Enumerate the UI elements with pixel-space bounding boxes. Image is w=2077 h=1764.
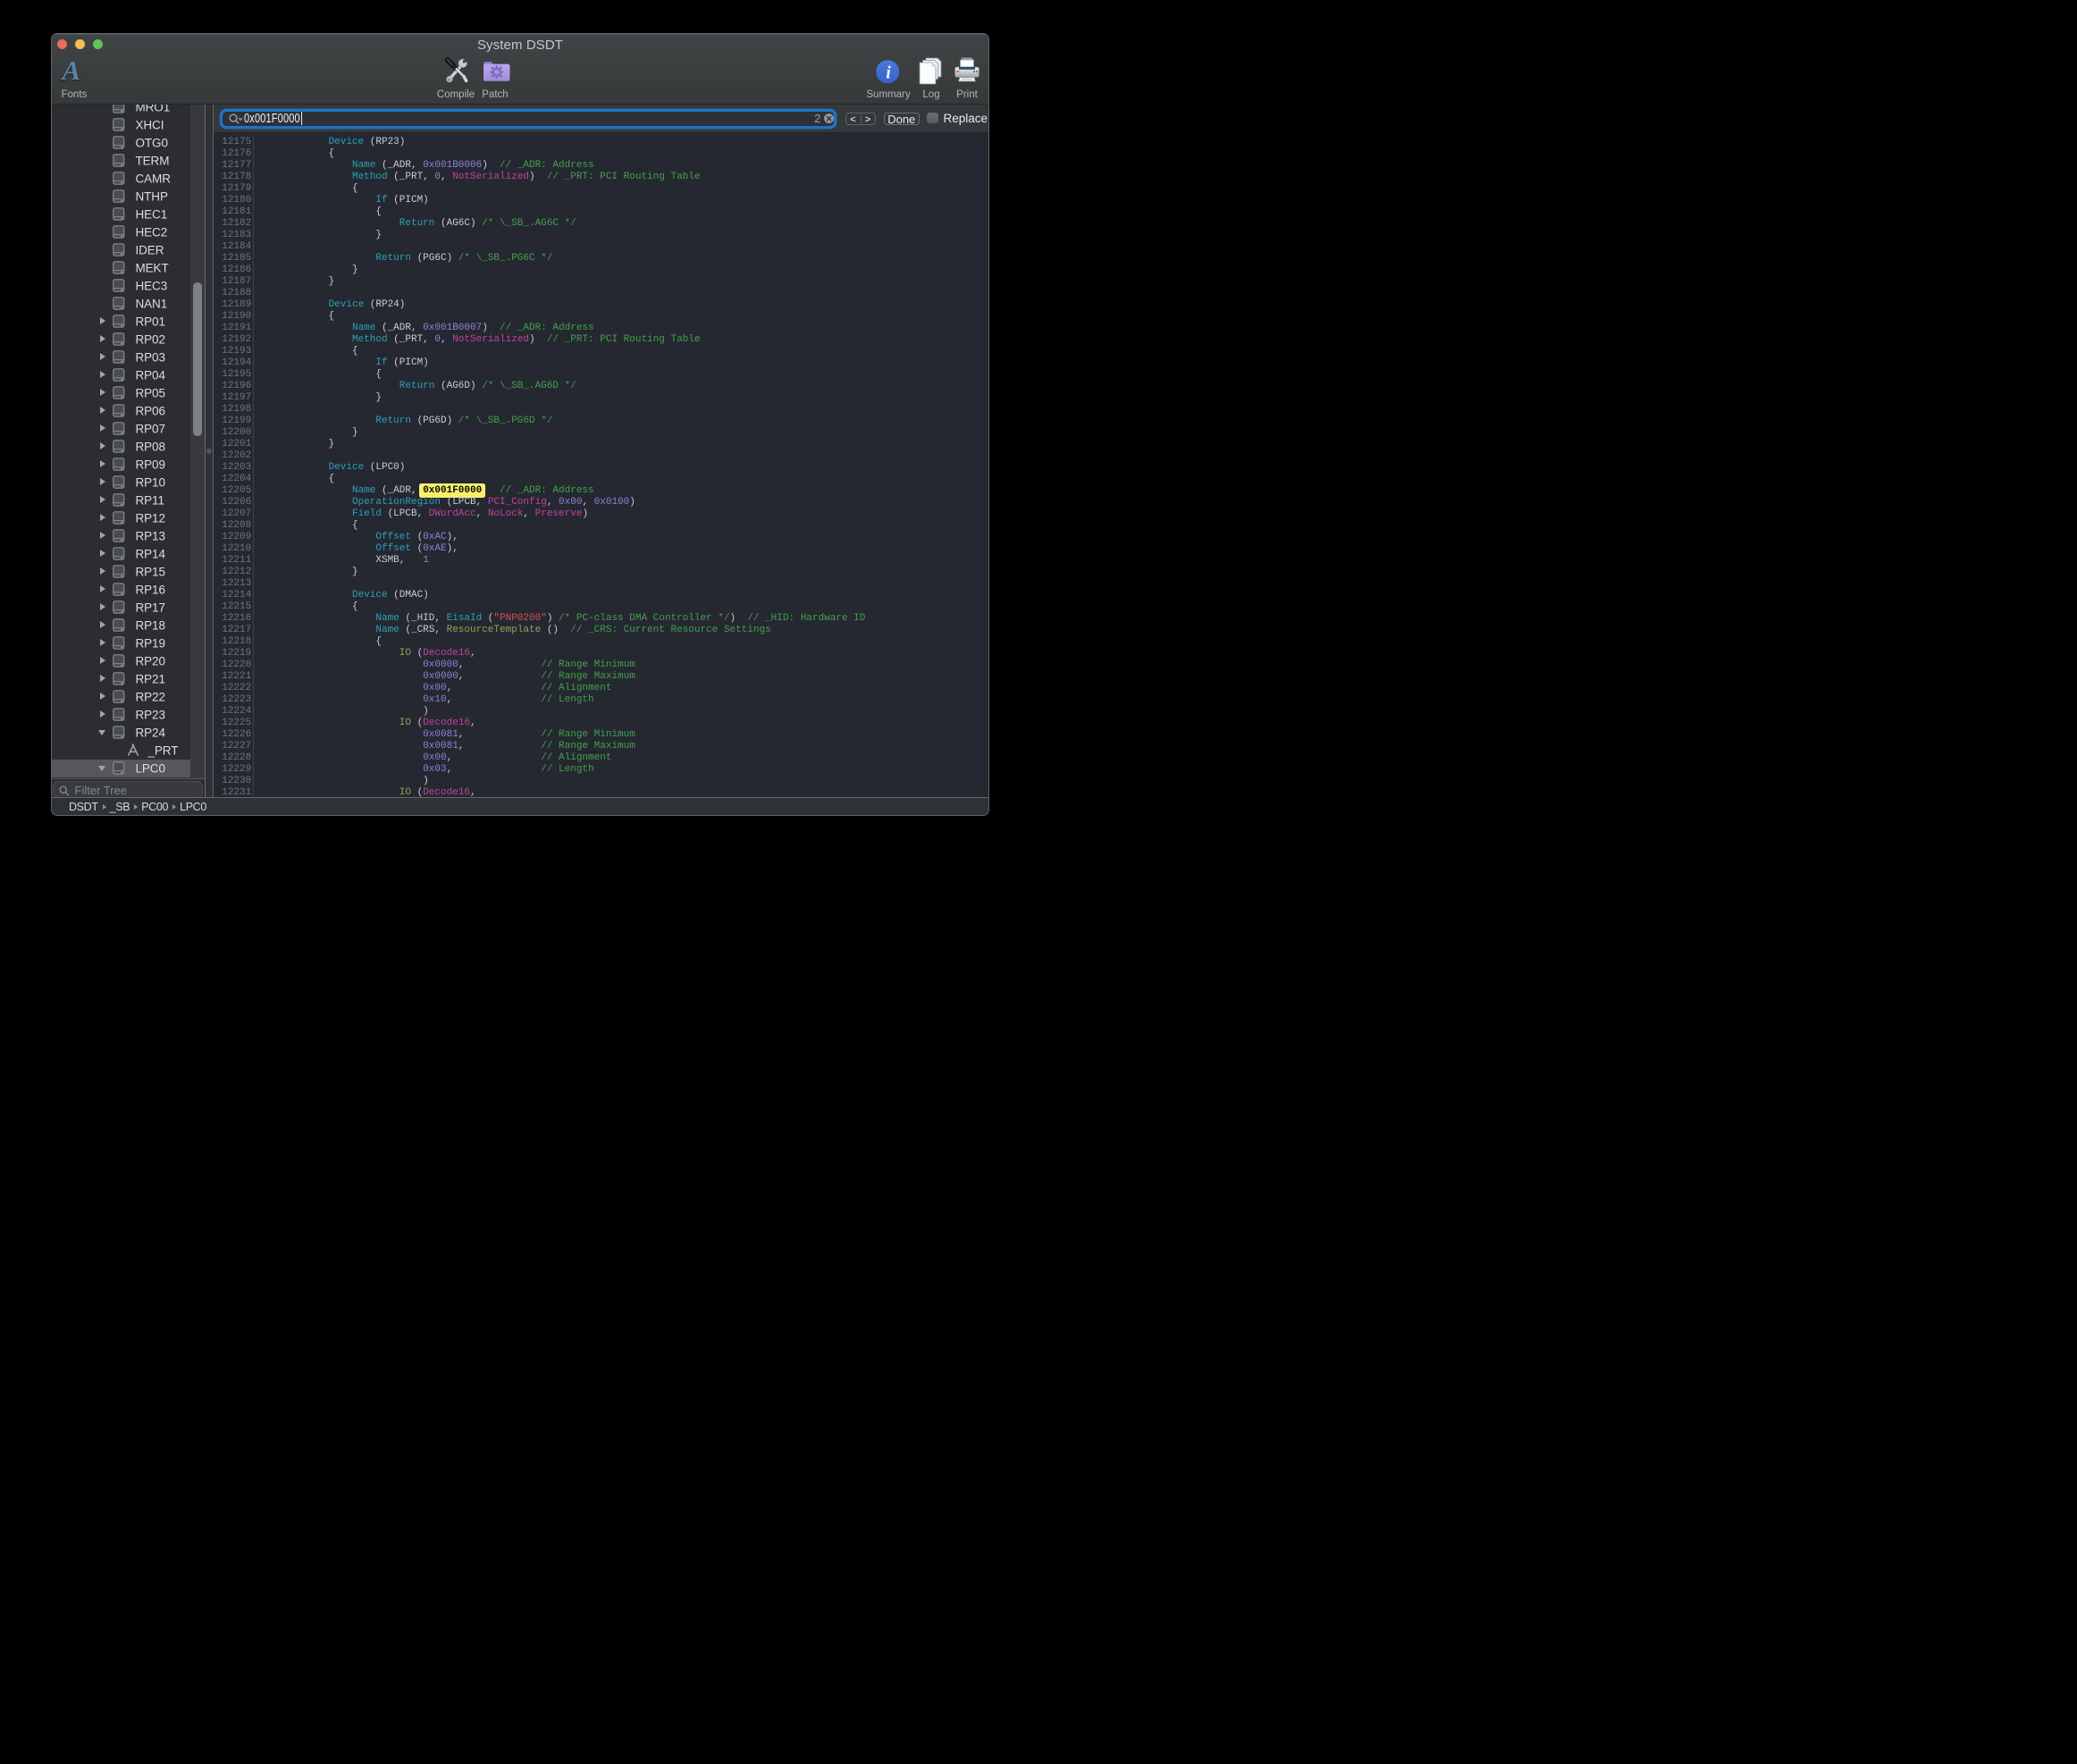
- svg-text:i: i: [886, 63, 891, 82]
